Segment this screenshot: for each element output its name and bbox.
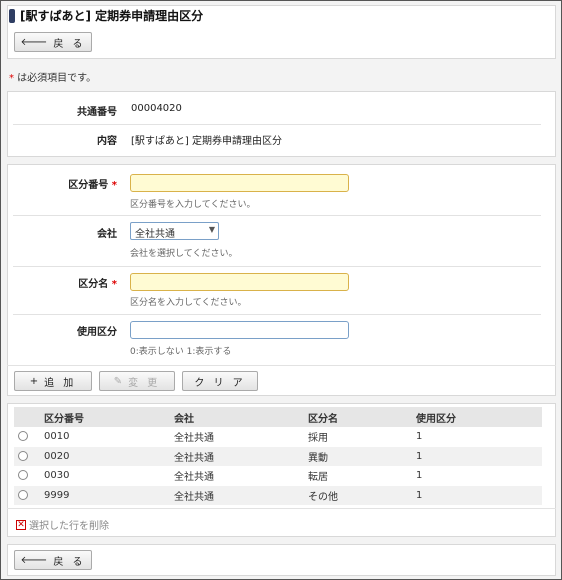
- content-label: 内容: [97, 136, 117, 147]
- divider: [13, 314, 541, 315]
- divider: [13, 215, 541, 216]
- column-header: 使用区分: [412, 407, 542, 427]
- divider: [7, 508, 556, 509]
- name-label: 区分名 *: [7, 275, 117, 290]
- row-radio[interactable]: [18, 489, 28, 500]
- table-header-row: 区分番号 会社 区分名 使用区分: [14, 407, 542, 427]
- table-row[interactable]: 0010 全社共通 採用 1: [14, 427, 542, 447]
- cell-code: 0010: [44, 431, 70, 443]
- required-asterisk: *: [111, 180, 117, 191]
- name-label-text: 区分名: [78, 279, 109, 290]
- cell-code: 9999: [40, 485, 170, 505]
- row-radio[interactable]: [18, 431, 28, 442]
- required-note: * は必須項目です。: [9, 69, 96, 84]
- delete-x-icon: ✕: [16, 519, 26, 530]
- cell-name: 異動: [304, 446, 412, 466]
- code-hint: 区分番号を入力してください。: [130, 200, 256, 210]
- radio-header: [14, 407, 40, 427]
- use-hint: 0:表示しない 1:表示する: [130, 347, 232, 357]
- list-table: 区分番号 会社 区分名 使用区分 0010 全社共通 採用 1 0020 全社共…: [14, 407, 542, 505]
- company-select[interactable]: 全社共通 ▼: [130, 222, 219, 240]
- name-hint: 区分名を入力してください。: [130, 298, 247, 308]
- column-header: 会社: [170, 407, 304, 427]
- cell-company: 全社共通: [170, 446, 304, 466]
- row-radio[interactable]: [18, 450, 28, 461]
- required-asterisk: *: [111, 279, 117, 290]
- change-button-label: 変 更: [128, 377, 161, 389]
- page-title: [駅すぱあと] 定期券申請理由区分: [20, 9, 204, 23]
- pencil-icon: ✎: [113, 375, 123, 387]
- common-no-value: 00004020: [131, 103, 182, 114]
- use-input[interactable]: [130, 321, 349, 339]
- cell-name: 採用: [308, 433, 328, 445]
- dropdown-arrow-icon: ▼: [208, 225, 215, 234]
- divider: [13, 124, 541, 125]
- back-button-label: 戻 る: [53, 38, 86, 50]
- row-radio[interactable]: [18, 470, 28, 481]
- cell-code: 0030: [44, 470, 70, 482]
- window-frame: [駅すぱあと] 定期券申請理由区分 🡐 戻 る * は必須項目です。 共通番号 …: [0, 0, 562, 580]
- table-row[interactable]: 9999 全社共通 その他 1: [14, 485, 542, 505]
- cell-use: 1: [412, 446, 542, 466]
- change-button[interactable]: ✎ 変 更: [99, 371, 175, 391]
- plus-icon: +: [29, 375, 39, 387]
- use-label: 使用区分: [77, 327, 117, 338]
- add-button[interactable]: + 追 加: [14, 371, 92, 391]
- delete-selected-link[interactable]: ✕ 選択した行を削除: [16, 517, 109, 532]
- common-no-label: 共通番号: [77, 107, 117, 118]
- divider: [7, 365, 556, 366]
- clear-button[interactable]: ク リ ア: [182, 371, 258, 391]
- cell-name: 転居: [308, 472, 328, 484]
- company-hint: 会社を選択してください。: [130, 249, 238, 259]
- column-header: 区分名: [304, 407, 412, 427]
- required-note-text: は必須項目です。: [14, 73, 97, 84]
- title-marker-icon: [9, 8, 15, 23]
- company-select-value: 全社共通: [135, 229, 175, 240]
- code-label-text: 区分番号: [68, 180, 109, 191]
- cell-name: その他: [304, 485, 412, 505]
- content-value: [駅すぱあと] 定期券申請理由区分: [131, 136, 282, 147]
- table-row[interactable]: 0030 全社共通 転居 1: [14, 466, 542, 486]
- cell-code: 0020: [40, 446, 170, 466]
- name-input[interactable]: [130, 273, 349, 291]
- arrow-left-icon: 🡐: [20, 555, 48, 566]
- cell-use: 1: [412, 485, 542, 505]
- code-input[interactable]: [130, 174, 349, 192]
- delete-selected-label: 選択した行を削除: [29, 521, 109, 532]
- back-button-bottom[interactable]: 🡐 戻 る: [14, 550, 92, 570]
- add-button-label: 追 加: [44, 377, 77, 389]
- cell-company: 全社共通: [174, 433, 214, 445]
- column-header: 区分番号: [40, 407, 170, 427]
- page-title-bar: [駅すぱあと] 定期券申請理由区分: [9, 7, 203, 24]
- clear-button-label: ク リ ア: [194, 377, 246, 389]
- cell-company: 全社共通: [170, 485, 304, 505]
- cell-company: 全社共通: [174, 472, 214, 484]
- cell-use: 1: [416, 431, 423, 443]
- company-label: 会社: [97, 229, 117, 240]
- divider: [13, 266, 541, 267]
- back-button-label: 戻 る: [53, 556, 86, 568]
- back-button-top[interactable]: 🡐 戻 る: [14, 32, 92, 52]
- arrow-left-icon: 🡐: [20, 37, 48, 48]
- code-label: 区分番号 *: [7, 176, 117, 191]
- cell-use: 1: [416, 470, 423, 482]
- table-row[interactable]: 0020 全社共通 異動 1: [14, 446, 542, 466]
